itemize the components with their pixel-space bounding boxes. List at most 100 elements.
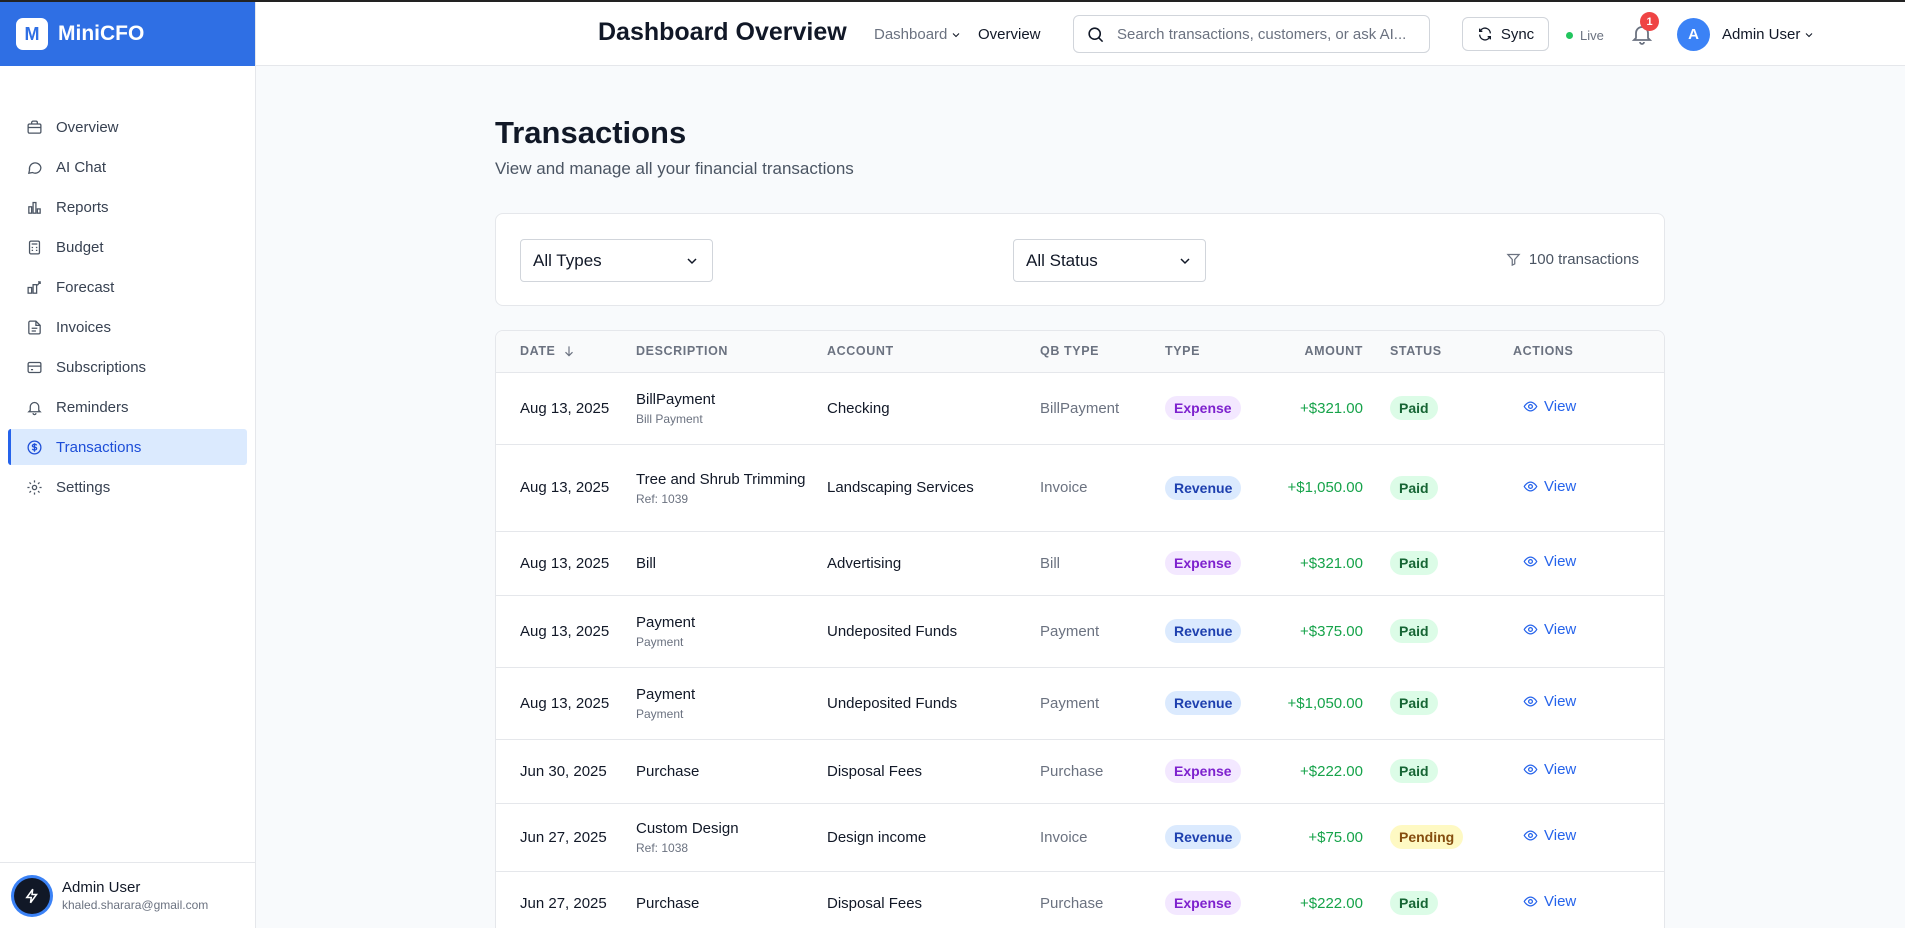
view-button[interactable]: View — [1523, 478, 1576, 495]
sidebar-item-transactions[interactable]: Transactions — [8, 429, 247, 465]
sidebar-item-label: Reports — [56, 198, 109, 216]
cell-account: Disposal Fees — [827, 739, 1040, 804]
description-title: Purchase — [636, 762, 700, 780]
view-label: View — [1544, 693, 1577, 710]
cell-status: Paid — [1390, 372, 1513, 445]
table-row[interactable]: Jun 27, 2025 Purchase Disposal Fees Purchas… — [496, 871, 1664, 928]
cell-amount: +$321.00 — [1285, 372, 1390, 445]
cell-description: Purchase — [636, 739, 827, 804]
calculator-icon — [28, 239, 41, 255]
briefcase-icon — [27, 119, 42, 134]
view-button[interactable]: View — [1523, 398, 1576, 415]
search-bar[interactable] — [1073, 15, 1430, 53]
cell-type: Expense — [1165, 739, 1285, 804]
live-indicator: Live — [1566, 28, 1604, 43]
table-row[interactable]: Aug 13, 2025 Payment Payment Undeposited Fu… — [496, 667, 1664, 740]
nav-dashboard-dropdown[interactable]: Dashboard — [874, 26, 962, 43]
view-label: View — [1544, 761, 1577, 778]
user-menu[interactable]: A Admin User — [1677, 18, 1815, 51]
nav-overview-link[interactable]: Overview — [978, 26, 1041, 43]
type-filter-value: All Types — [533, 250, 602, 270]
cell-actions: View — [1513, 667, 1664, 740]
view-button[interactable]: View — [1523, 553, 1576, 570]
column-header-type: Type — [1165, 344, 1201, 359]
view-button[interactable]: View — [1523, 827, 1576, 844]
type-badge: Expense — [1165, 891, 1241, 915]
sync-label: Sync — [1500, 25, 1535, 43]
bell-icon — [27, 401, 42, 415]
table-row[interactable]: Aug 13, 2025 Bill Advertising Bill Expense +$… — [496, 531, 1664, 596]
search-icon — [1088, 26, 1104, 42]
cell-date: Aug 13, 2025 — [496, 667, 636, 740]
status-filter-select[interactable]: All Status — [1013, 239, 1206, 282]
eye-icon — [1523, 696, 1538, 707]
sidebar-item-ai-chat[interactable]: AI Chat — [8, 149, 247, 185]
page-content: Transactions View and manage all your fi… — [495, 66, 1665, 928]
notifications-button[interactable]: 1 — [1630, 12, 1659, 51]
table-row[interactable]: Aug 13, 2025 Payment Payment Undeposited Fu… — [496, 595, 1664, 668]
cell-type: Expense — [1165, 531, 1285, 596]
description-subtitle: Ref: 1038 — [636, 841, 689, 855]
sidebar-item-invoices[interactable]: Invoices — [8, 309, 247, 345]
filter-icon — [1506, 253, 1521, 267]
app-root: M MiniCFO Overview AI Chat Reports Budge… — [0, 0, 1905, 928]
sidebar-item-label: Forecast — [56, 278, 115, 296]
sidebar-item-label: Settings — [56, 478, 111, 496]
transaction-count-label: 100 transactions — [1528, 251, 1639, 268]
sidebar-item-reminders[interactable]: Reminders — [8, 389, 247, 425]
status-badge: Paid — [1390, 396, 1438, 420]
table-row[interactable]: Aug 13, 2025 BillPayment Bill Payment Check… — [496, 372, 1664, 445]
cell-qb-type: Invoice — [1040, 803, 1165, 872]
description-title: Purchase — [636, 894, 700, 912]
type-badge: Revenue — [1165, 619, 1242, 643]
sidebar-user[interactable]: Admin User khaled.sharara@gmail.com — [0, 862, 255, 928]
cell-qb-type: Purchase — [1040, 871, 1165, 928]
sidebar-item-overview[interactable]: Overview — [8, 109, 247, 145]
status-badge: Paid — [1390, 475, 1438, 500]
refresh-icon — [1478, 27, 1491, 41]
sidebar-item-reports[interactable]: Reports — [8, 189, 247, 225]
chevron-down-icon — [1805, 32, 1813, 37]
cell-description: Custom Design Ref: 1038 — [636, 803, 827, 872]
description-title: BillPayment — [636, 391, 716, 408]
status-badge: Paid — [1390, 891, 1438, 915]
cell-actions: View — [1513, 739, 1664, 804]
sidebar-user-name: Admin User — [62, 879, 141, 896]
search-input[interactable] — [1115, 24, 1415, 44]
sync-button[interactable]: Sync — [1462, 17, 1549, 51]
sidebar-item-settings[interactable]: Settings — [8, 469, 247, 505]
cell-actions: View — [1513, 531, 1664, 596]
chat-icon — [28, 161, 42, 174]
table-row[interactable]: Aug 13, 2025 Tree and Shrub Trimming Ref: … — [496, 444, 1664, 532]
cell-amount: +$1,050.00 — [1285, 667, 1390, 740]
user-menu-trigger[interactable]: Admin User — [1722, 26, 1815, 43]
view-button[interactable]: View — [1523, 761, 1576, 778]
chevron-down-icon — [687, 257, 697, 264]
column-header-label: Date — [520, 344, 556, 359]
chevron-down-icon — [953, 32, 960, 37]
type-badge: Expense — [1165, 759, 1241, 783]
view-button[interactable]: View — [1523, 893, 1576, 910]
table-row[interactable]: Jun 27, 2025 Custom Design Ref: 1038 Design… — [496, 803, 1664, 872]
cell-status: Paid — [1390, 595, 1513, 668]
cell-description: Tree and Shrub Trimming Ref: 1039 — [636, 444, 827, 532]
table-row[interactable]: Jun 30, 2025 Purchase Disposal Fees Purchas… — [496, 739, 1664, 804]
sidebar-item-budget[interactable]: Budget — [8, 229, 247, 265]
filter-panel: All Types All Status 100 transactions — [495, 213, 1665, 306]
credit-card-icon — [27, 361, 42, 373]
cell-actions: View — [1513, 595, 1664, 668]
view-button[interactable]: View — [1523, 621, 1576, 638]
cell-description: Payment Payment — [636, 595, 827, 668]
cell-type: Revenue — [1165, 595, 1285, 668]
eye-icon — [1523, 556, 1538, 567]
sidebar-item-label: Reminders — [56, 398, 129, 416]
cell-qb-type: Payment — [1040, 667, 1165, 740]
cell-amount: +$222.00 — [1285, 871, 1390, 928]
brand[interactable]: M MiniCFO — [0, 2, 255, 66]
type-filter-select[interactable]: All Types — [520, 239, 713, 282]
sidebar-nav: Overview AI Chat Reports Budget Forecast… — [0, 66, 255, 505]
sidebar-item-forecast[interactable]: Forecast — [8, 269, 247, 305]
view-button[interactable]: View — [1523, 693, 1576, 710]
column-header-date[interactable]: Date — [496, 331, 636, 372]
sidebar-item-subscriptions[interactable]: Subscriptions — [8, 349, 247, 385]
